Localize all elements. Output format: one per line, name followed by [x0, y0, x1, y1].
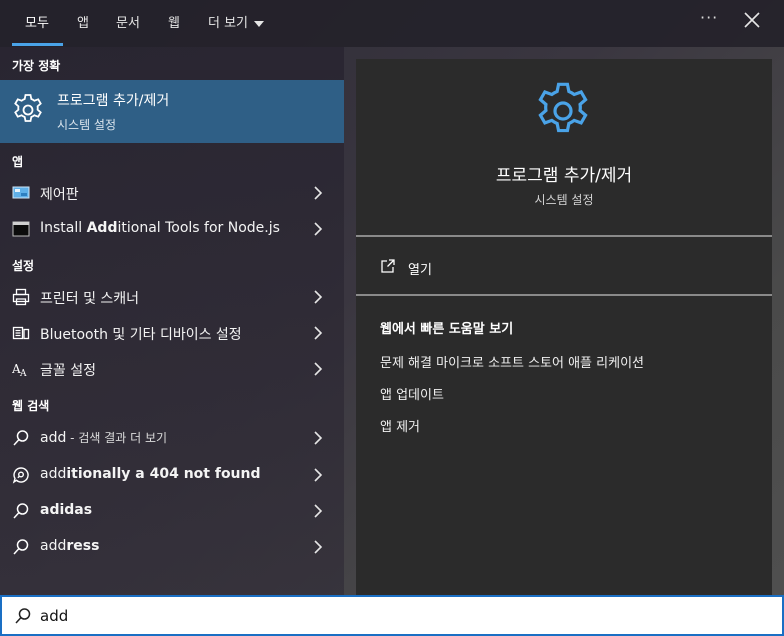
printer-icon	[12, 288, 30, 306]
tab-web[interactable]: 웹	[168, 12, 180, 31]
devices-icon	[12, 326, 30, 340]
font-icon: A A	[12, 362, 27, 378]
list-item-label: adidas	[40, 502, 92, 518]
search-icon	[15, 608, 31, 624]
web-help-link[interactable]: 앱 제거	[380, 416, 420, 435]
list-item-label: 제어판	[40, 187, 79, 203]
list-item-control-panel[interactable]: 제어판	[0, 175, 344, 211]
search-icon	[13, 430, 29, 446]
open-icon	[381, 259, 395, 273]
list-item-label: address	[40, 538, 99, 554]
chevron-right-icon	[314, 504, 323, 518]
best-match-item[interactable]: 프로그램 추가/제거 시스템 설정	[0, 80, 344, 143]
chevron-right-icon	[314, 326, 323, 340]
control-panel-icon	[12, 186, 30, 199]
web-help-header: 웹에서 빠른 도움말 보기	[380, 322, 514, 337]
list-item-label: additionally a 404 not found	[40, 466, 261, 482]
list-item-printers[interactable]: 프린터 및 스캐너	[0, 279, 344, 315]
best-match-title: 프로그램 추가/제거	[57, 93, 170, 109]
search-icon	[13, 539, 29, 555]
top-bar: 모두 앱 문서 웹 더 보기 ···	[0, 0, 784, 47]
web-result-item[interactable]: address	[0, 529, 344, 565]
web-help-link[interactable]: 문제 해결 마이크로 소프트 스토어 애플 리케이션	[380, 352, 644, 371]
label-suggestion: adidas	[40, 502, 93, 518]
search-icon	[13, 503, 29, 519]
tab-more[interactable]: 더 보기	[208, 12, 265, 31]
chat-search-icon	[12, 467, 29, 484]
apps-header: 앱	[12, 155, 24, 169]
divider	[356, 294, 772, 296]
list-item-label: 글꼴 설정	[40, 363, 96, 379]
label-plain: add	[40, 430, 67, 446]
best-match-subtitle: 시스템 설정	[57, 118, 117, 132]
web-search-header: 웹 검색	[12, 399, 50, 413]
chevron-right-icon	[314, 186, 323, 200]
tab-more-label: 더 보기	[208, 16, 249, 31]
search-box[interactable]: add	[0, 595, 784, 636]
tab-all[interactable]: 모두	[25, 12, 49, 31]
web-result-item[interactable]: additionally a 404 not found	[0, 457, 344, 493]
preview-title: 프로그램 추가/제거	[495, 166, 633, 186]
search-input[interactable]: add	[40, 607, 68, 625]
preview-subtitle: 시스템 설정	[534, 193, 594, 207]
tab-apps[interactable]: 앱	[77, 12, 89, 31]
web-help-link[interactable]: 앱 업데이트	[380, 384, 444, 403]
list-item-node-tools[interactable]: Install Additional Tools for Node.js	[0, 211, 344, 247]
list-item-bluetooth[interactable]: Bluetooth 및 기타 디바이스 설정	[0, 315, 344, 351]
label-plain: add	[40, 466, 67, 482]
gear-icon	[14, 94, 42, 122]
gear-icon	[538, 82, 588, 133]
chevron-right-icon	[314, 362, 323, 376]
label-suggestion: ress	[66, 538, 100, 554]
divider	[356, 235, 772, 237]
list-item-label: add - 검색 결과 더 보기	[40, 429, 167, 446]
open-label: 열기	[408, 263, 432, 278]
label-plain: add	[40, 538, 67, 554]
best-match-header: 가장 정확	[12, 59, 61, 73]
chevron-right-icon	[314, 540, 323, 554]
chevron-right-icon	[314, 290, 323, 304]
close-icon[interactable]	[741, 9, 763, 31]
results-panel: 가장 정확 프로그램 추가/제거 시스템 설정 앱 제어판 Install Ad…	[0, 47, 344, 595]
list-item-label: Install Additional Tools for Node.js	[40, 220, 280, 236]
list-item-label: 프린터 및 스캐너	[40, 291, 140, 307]
chevron-down-icon	[254, 20, 265, 27]
label-plain: Install	[40, 220, 87, 236]
more-options-button[interactable]: ···	[700, 8, 718, 27]
chevron-right-icon	[314, 468, 323, 482]
web-result-item[interactable]: add - 검색 결과 더 보기	[0, 420, 344, 456]
svg-text:A: A	[19, 369, 27, 378]
tab-documents[interactable]: 문서	[116, 12, 140, 31]
web-result-item[interactable]: adidas	[0, 493, 344, 529]
label-hint: - 검색 결과 더 보기	[66, 431, 168, 445]
label-suggestion: itionally a 404 not found	[66, 466, 261, 482]
label-rest: itional Tools for Node.js	[117, 220, 280, 236]
terminal-icon	[12, 221, 30, 237]
chevron-right-icon	[314, 222, 323, 236]
active-tab-indicator	[12, 43, 63, 46]
settings-header: 설정	[12, 259, 35, 273]
list-item-label: Bluetooth 및 기타 디바이스 설정	[40, 327, 242, 343]
preview-panel: 프로그램 추가/제거 시스템 설정 열기 웹에서 빠른 도움말 보기 문제 해결…	[356, 59, 772, 595]
list-item-fonts[interactable]: A A 글꼴 설정	[0, 351, 344, 387]
chevron-right-icon	[314, 431, 323, 445]
label-match: Add	[86, 220, 118, 236]
